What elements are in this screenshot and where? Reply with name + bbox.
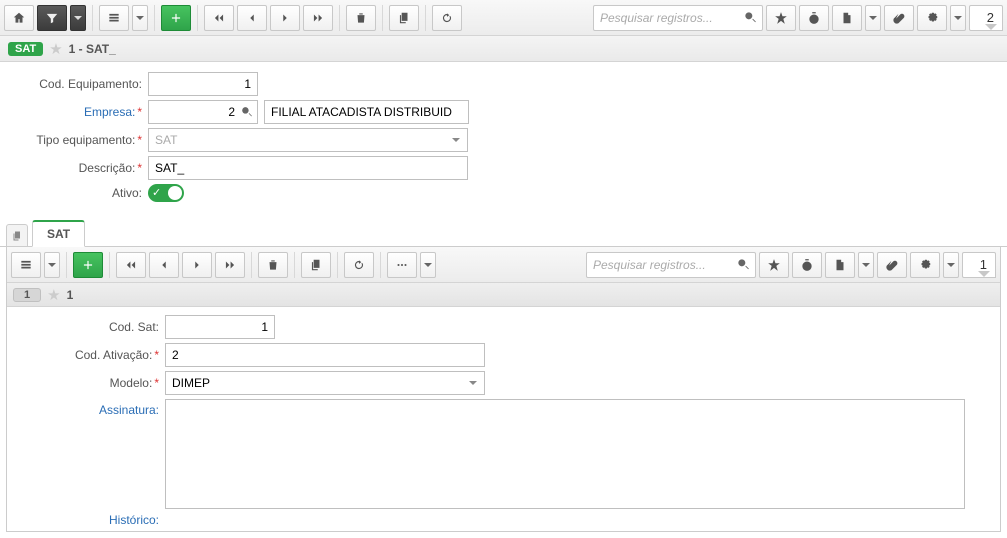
export-dropdown-button[interactable] xyxy=(865,5,881,31)
list-view-dropdown-button[interactable] xyxy=(132,5,148,31)
panel-attachment-button[interactable] xyxy=(877,252,907,278)
input-cod-ativacao[interactable] xyxy=(165,343,485,367)
panel-more-button[interactable] xyxy=(387,252,417,278)
panel-search-input[interactable] xyxy=(586,252,756,278)
tab-bar: SAT xyxy=(0,220,1007,247)
select-tipo-equipamento[interactable] xyxy=(148,128,468,152)
label-empresa[interactable]: Empresa:* xyxy=(8,105,148,119)
delete-button[interactable] xyxy=(346,5,376,31)
panel-settings-button[interactable] xyxy=(910,252,940,278)
label-modelo: Modelo:* xyxy=(15,376,165,390)
panel-export-dropdown-button[interactable] xyxy=(858,252,874,278)
label-assinatura[interactable]: Assinatura: xyxy=(15,399,165,417)
first-button[interactable] xyxy=(204,5,234,31)
last-button[interactable] xyxy=(303,5,333,31)
panel-prev-button[interactable] xyxy=(149,252,179,278)
panel-settings-dropdown-button[interactable] xyxy=(943,252,959,278)
panel-refresh-button[interactable] xyxy=(344,252,374,278)
panel-favorite-button[interactable] xyxy=(759,252,789,278)
panel-next-button[interactable] xyxy=(182,252,212,278)
panel-more-dropdown-button[interactable] xyxy=(420,252,436,278)
panel-timer-button[interactable] xyxy=(792,252,822,278)
panel-add-button[interactable] xyxy=(73,252,103,278)
main-form: Cod. Equipamento: Empresa:* Tipo equipam… xyxy=(0,62,1007,212)
panel-sat: 1 1 ★ 1 Cod. Sat: Cod. Ativação:* Modelo… xyxy=(6,247,1001,532)
textarea-assinatura[interactable] xyxy=(165,399,965,509)
panel-star-icon[interactable]: ★ xyxy=(47,286,60,304)
home-button[interactable] xyxy=(4,5,34,31)
copy-tab-icon[interactable] xyxy=(6,224,28,246)
panel-search-icon[interactable] xyxy=(736,257,750,271)
panel-record-bar: 1 ★ 1 xyxy=(7,283,1000,307)
settings-dropdown-button[interactable] xyxy=(950,5,966,31)
input-empresa-nome[interactable] xyxy=(264,100,469,124)
label-cod-equipamento: Cod. Equipamento: xyxy=(8,77,148,91)
panel-record-title: 1 xyxy=(67,288,74,302)
panel-last-button[interactable] xyxy=(215,252,245,278)
search-icon[interactable] xyxy=(743,10,757,24)
input-cod-equipamento[interactable] xyxy=(148,72,258,96)
input-cod-sat[interactable] xyxy=(165,315,275,339)
panel-delete-button[interactable] xyxy=(258,252,288,278)
tab-sat[interactable]: SAT xyxy=(32,220,85,247)
panel-export-button[interactable] xyxy=(825,252,855,278)
copy-button[interactable] xyxy=(389,5,419,31)
main-toolbar: 2 xyxy=(0,0,1007,36)
refresh-button[interactable] xyxy=(432,5,462,31)
filter-button[interactable] xyxy=(37,5,67,31)
label-descricao: Descrição:* xyxy=(8,161,148,175)
label-tipo-equipamento: Tipo equipamento:* xyxy=(8,133,148,147)
lookup-icon[interactable] xyxy=(240,105,253,121)
search-box xyxy=(593,5,763,31)
record-header-bar: SAT ★ 1 - SAT_ xyxy=(0,36,1007,62)
record-title: 1 - SAT_ xyxy=(69,42,116,56)
panel-copy-button[interactable] xyxy=(301,252,331,278)
panel-toolbar: 1 xyxy=(7,247,1000,283)
panel-list-dropdown-button[interactable] xyxy=(44,252,60,278)
list-view-button[interactable] xyxy=(99,5,129,31)
input-descricao[interactable] xyxy=(148,156,468,180)
star-icon[interactable]: ★ xyxy=(49,40,62,58)
panel-first-button[interactable] xyxy=(116,252,146,278)
settings-button[interactable] xyxy=(917,5,947,31)
next-button[interactable] xyxy=(270,5,300,31)
select-modelo[interactable] xyxy=(165,371,485,395)
prev-button[interactable] xyxy=(237,5,267,31)
record-count: 2 xyxy=(969,5,1003,31)
add-button[interactable] xyxy=(161,5,191,31)
favorite-button[interactable] xyxy=(766,5,796,31)
panel-search-box xyxy=(586,252,756,278)
label-cod-sat: Cod. Sat: xyxy=(15,320,165,334)
filter-dropdown-button[interactable] xyxy=(70,5,86,31)
record-type-badge: SAT xyxy=(8,42,43,56)
timer-button[interactable] xyxy=(799,5,829,31)
attachment-button[interactable] xyxy=(884,5,914,31)
panel-list-button[interactable] xyxy=(11,252,41,278)
label-historico[interactable]: Histórico: xyxy=(15,513,165,527)
panel-record-badge: 1 xyxy=(13,288,41,302)
label-cod-ativacao: Cod. Ativação:* xyxy=(15,348,165,362)
search-input[interactable] xyxy=(593,5,763,31)
toggle-ativo[interactable]: ✓ xyxy=(148,184,184,202)
export-button[interactable] xyxy=(832,5,862,31)
panel-record-count: 1 xyxy=(962,252,996,278)
panel-form: Cod. Sat: Cod. Ativação:* Modelo:* Assin… xyxy=(7,307,1000,527)
label-ativo: Ativo: xyxy=(8,186,148,200)
